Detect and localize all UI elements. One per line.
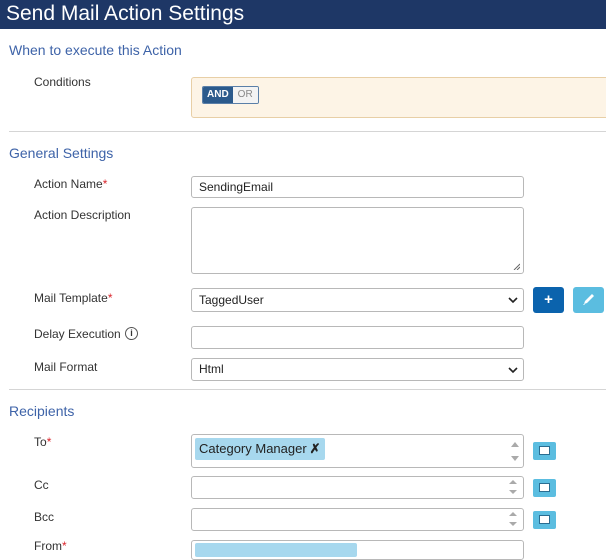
from-label: From*	[34, 539, 67, 553]
recipient-tag: Category Manager ✗	[195, 438, 325, 460]
mail-template-value: TaggedUser	[199, 293, 264, 307]
info-icon[interactable]: i	[125, 327, 138, 340]
section-title-when: When to execute this Action	[9, 42, 182, 58]
action-name-label: Action Name*	[34, 177, 108, 191]
cc-address-book-button[interactable]	[533, 479, 556, 497]
title-bar: Send Mail Action Settings	[0, 0, 606, 29]
bcc-address-book-button[interactable]	[533, 511, 556, 529]
delay-execution-input[interactable]	[191, 326, 524, 349]
bcc-label: Bcc	[34, 510, 55, 524]
section-title-recipients: Recipients	[9, 403, 75, 419]
toggle-and-option[interactable]: AND	[203, 87, 233, 103]
add-template-button[interactable]: +	[533, 287, 564, 313]
divider	[9, 389, 606, 390]
from-tag	[195, 543, 357, 557]
cc-label: Cc	[34, 478, 49, 492]
page-title: Send Mail Action Settings	[6, 2, 245, 25]
list-icon	[539, 483, 550, 492]
divider	[9, 131, 606, 132]
to-address-book-button[interactable]	[533, 442, 556, 460]
remove-tag-icon[interactable]: ✗	[310, 441, 321, 456]
resize-handle-icon[interactable]	[513, 263, 520, 270]
conditions-label: Conditions	[34, 75, 91, 89]
mail-format-label: Mail Format	[34, 360, 98, 374]
chevron-down-icon	[508, 297, 518, 304]
recipient-tag-label: Category Manager	[199, 441, 307, 456]
mail-format-select[interactable]: Html	[191, 358, 524, 381]
and-or-toggle[interactable]: AND OR	[202, 86, 259, 104]
conditions-box: AND OR	[191, 77, 606, 118]
to-spinner[interactable]	[507, 435, 523, 467]
mail-format-value: Html	[199, 362, 224, 376]
bcc-field[interactable]	[191, 508, 524, 531]
mail-template-label: Mail Template*	[34, 291, 113, 305]
edit-template-button[interactable]	[573, 287, 604, 313]
to-field[interactable]: Category Manager ✗	[191, 434, 524, 468]
cc-spinner[interactable]	[505, 476, 521, 499]
action-name-input[interactable]: SendingEmail	[191, 176, 524, 198]
to-label: To*	[34, 435, 52, 449]
section-title-general: General Settings	[9, 145, 114, 161]
delay-execution-label: Delay Execution	[34, 327, 121, 341]
mail-template-select[interactable]: TaggedUser	[191, 288, 524, 312]
toggle-or-option[interactable]: OR	[232, 87, 258, 103]
bcc-spinner[interactable]	[505, 508, 521, 531]
action-description-label: Action Description	[34, 208, 131, 222]
cc-field[interactable]	[191, 476, 524, 499]
list-icon	[539, 446, 550, 455]
action-description-textarea[interactable]	[191, 207, 524, 274]
list-icon	[539, 515, 550, 524]
pencil-icon	[583, 294, 594, 305]
chevron-down-icon	[508, 367, 518, 374]
from-field[interactable]	[191, 540, 524, 560]
